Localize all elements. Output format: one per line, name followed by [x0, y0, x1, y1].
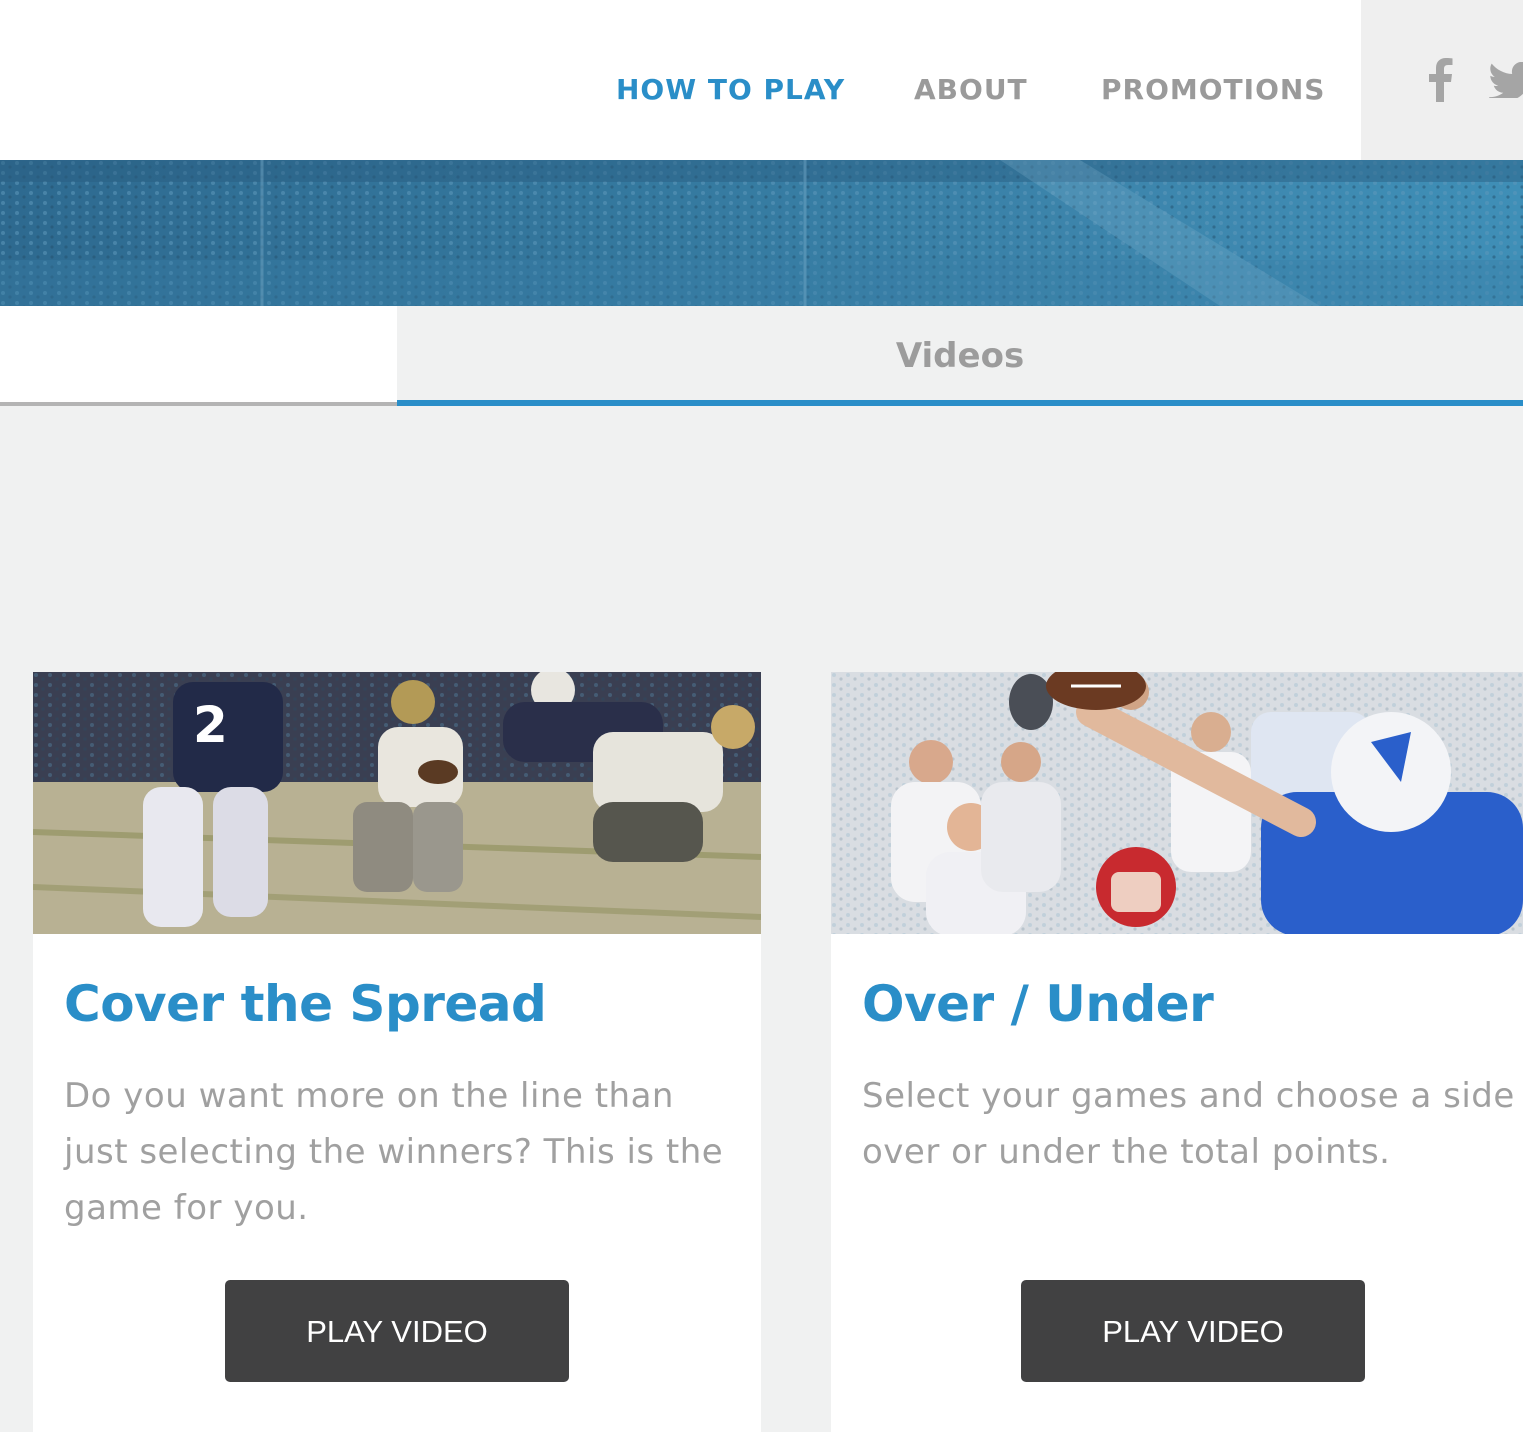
- nav-how-to-play[interactable]: HOW TO PLAY: [616, 72, 845, 108]
- video-card-cover-the-spread: 2 Cover the Spread Do you want more on t…: [33, 672, 761, 1432]
- play-video-button[interactable]: PLAY VIDEO: [1021, 1280, 1365, 1382]
- tab-left[interactable]: [0, 306, 397, 406]
- site-header: HOW TO PLAY ABOUT PROMOTIONS: [0, 0, 1523, 160]
- twitter-icon[interactable]: [1489, 62, 1523, 98]
- card-title: Cover the Spread: [64, 975, 547, 1033]
- card-description: Select your games and choose a side over…: [862, 1076, 1515, 1172]
- football-player-catching-ball-photo: [831, 672, 1523, 934]
- card-title: Over / Under: [862, 975, 1214, 1033]
- card-description: Do you want more on the line than just s…: [64, 1076, 724, 1228]
- social-links: [1361, 0, 1523, 160]
- facebook-icon[interactable]: [1429, 58, 1453, 102]
- nav-promotions[interactable]: PROMOTIONS: [1101, 72, 1325, 108]
- stadium-photo: [0, 160, 1523, 306]
- video-card-over-under: Over / Under Select your games and choos…: [831, 672, 1523, 1432]
- hero-banner: [0, 160, 1523, 306]
- football-players-running-photo: 2: [33, 672, 761, 934]
- svg-text:2: 2: [193, 696, 228, 754]
- nav-about[interactable]: ABOUT: [914, 72, 1028, 108]
- tab-videos[interactable]: Videos: [397, 306, 1523, 406]
- play-video-button[interactable]: PLAY VIDEO: [225, 1280, 569, 1382]
